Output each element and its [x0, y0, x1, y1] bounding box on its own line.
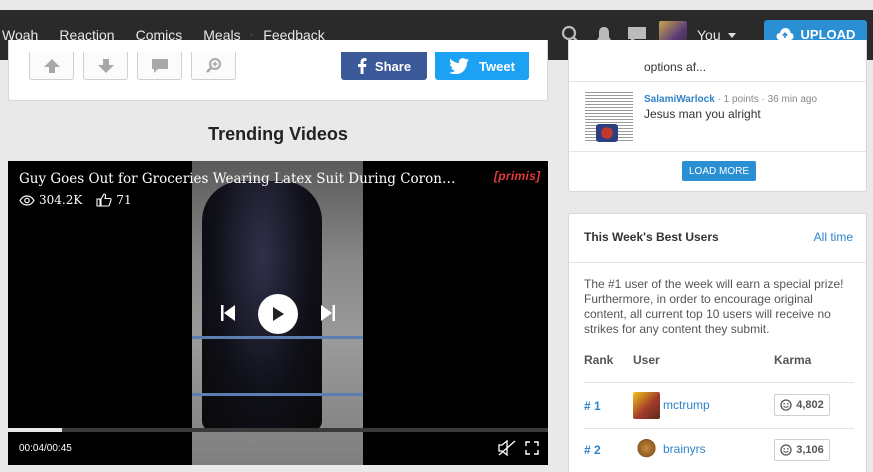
video-time: 00:04/00:45 — [19, 443, 72, 454]
comment-meta: · 1 points · 36 min ago — [717, 94, 818, 105]
rank-2: # 2 — [584, 443, 601, 457]
karma-value: 4,802 — [796, 399, 824, 411]
primis-logo: [primis] — [494, 169, 541, 183]
video-likes: 71 — [116, 193, 132, 207]
video-progress-fill — [8, 428, 62, 432]
divider — [569, 81, 866, 82]
user-link-mctrump[interactable]: mctrump — [663, 398, 710, 412]
comment-text: Jesus man you alright — [644, 107, 761, 121]
play-button[interactable] — [258, 294, 298, 334]
comments-panel: options af... SalamiWarlock · 1 points ·… — [568, 40, 867, 192]
best-users-panel: This Week's Best Users All time The #1 u… — [568, 213, 867, 472]
comment-username[interactable]: SalamiWarlock — [644, 94, 715, 105]
tweet-button[interactable]: Tweet — [435, 52, 529, 80]
divider — [584, 382, 854, 383]
play-icon — [273, 307, 284, 321]
downvote-button[interactable] — [83, 52, 128, 80]
karma-badge: 4,802 — [774, 394, 830, 416]
post-actions-card: Share Tweet — [8, 40, 548, 101]
video-title[interactable]: Guy Goes Out for Groceries Wearing Latex… — [19, 171, 459, 187]
divider — [569, 262, 866, 263]
comment-badge-image — [596, 124, 618, 142]
mute-icon[interactable] — [498, 440, 516, 456]
thumbs-up-icon — [96, 193, 112, 207]
column-header-rank: Rank — [584, 353, 614, 367]
fullscreen-icon[interactable] — [525, 441, 539, 455]
video-views: 304.2K — [39, 193, 83, 207]
smiley-icon — [780, 444, 792, 456]
facebook-icon — [357, 58, 367, 74]
all-time-link[interactable]: All time — [814, 230, 853, 244]
chevron-down-icon — [727, 32, 736, 38]
column-header-karma: Karma — [774, 353, 812, 367]
comment-preview-text: options af... — [644, 60, 707, 74]
best-users-description: The #1 user of the week will earn a spec… — [584, 277, 844, 336]
avatar[interactable] — [633, 392, 660, 419]
video-stats: 304.2K 71 — [19, 193, 132, 207]
share-label: Share — [374, 58, 412, 74]
arrow-up-icon — [43, 58, 60, 73]
column-header-user: User — [633, 353, 660, 367]
upvote-button[interactable] — [29, 52, 74, 80]
video-progress-bar[interactable] — [8, 428, 548, 432]
comment-header: SalamiWarlock · 1 points · 36 min ago — [644, 94, 817, 105]
zoom-button[interactable] — [191, 52, 236, 80]
karma-badge: 3,106 — [774, 439, 830, 461]
karma-value: 3,106 — [796, 444, 824, 456]
divider — [584, 428, 854, 429]
eye-icon — [19, 194, 35, 206]
tweet-label: Tweet — [479, 58, 515, 74]
twitter-icon — [449, 58, 470, 74]
video-player[interactable]: Guy Goes Out for Groceries Wearing Latex… — [8, 161, 548, 465]
load-more-button[interactable]: LOAD MORE — [682, 161, 756, 181]
arrow-down-icon — [97, 58, 114, 73]
share-button[interactable]: Share — [341, 52, 427, 80]
avatar[interactable] — [633, 436, 660, 463]
video-cart — [192, 336, 363, 396]
best-users-title: This Week's Best Users — [584, 230, 719, 244]
smiley-icon — [780, 399, 792, 411]
trending-heading: Trending Videos — [208, 124, 348, 144]
comment-button[interactable] — [137, 52, 182, 80]
previous-icon[interactable] — [220, 304, 236, 322]
zoom-in-icon — [205, 57, 221, 73]
divider — [569, 151, 866, 152]
user-link-brainyrs[interactable]: brainyrs — [663, 442, 706, 456]
cloud-upload-icon — [776, 28, 794, 40]
comment-icon — [151, 58, 168, 73]
rank-1: # 1 — [584, 399, 601, 413]
next-icon[interactable] — [320, 304, 336, 322]
